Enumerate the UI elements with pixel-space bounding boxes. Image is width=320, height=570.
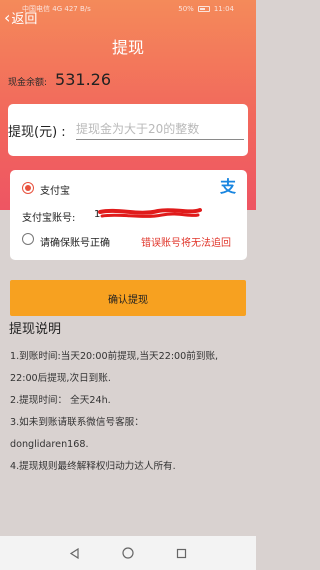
back-label: 返回 [11, 12, 38, 27]
system-nav-bar [0, 536, 256, 570]
explanation-line: donglidaren168. [10, 439, 89, 450]
account-label: 支付宝账号: [22, 213, 76, 224]
amount-label: 提现(元) : [8, 125, 66, 140]
explanation-line: 4.提现规则最终解释权归动力达人所有. [10, 461, 176, 472]
confirm-withdraw-button[interactable]: 确认提现 [10, 280, 246, 316]
confirm-account-label: 请确保账号正确 [40, 238, 110, 249]
alipay-label: 支付宝 [40, 186, 70, 197]
explanation-line: 2.提现时间： 全天24h. [10, 395, 111, 406]
back-button[interactable]: ‹ 返回 [4, 8, 37, 27]
alipay-icon: 支 [219, 177, 236, 196]
explanation-line: 22:00后提现,次日到账. [10, 373, 111, 384]
alipay-radio[interactable] [22, 182, 34, 194]
explanation-line: 3.如未到账请联系微信号客服： [10, 417, 144, 428]
net-speed: 427 B/s [64, 5, 91, 13]
page-title: 提现 [111, 38, 144, 57]
balance-value: 531.26 [55, 70, 112, 89]
home-circle-icon[interactable] [122, 547, 134, 559]
amount-card: 提现(元) : [8, 104, 248, 156]
explanation-line: 1.到账时间:当天20:00前提现,当天22:00前到账, [10, 351, 219, 362]
confirm-account-radio[interactable] [22, 233, 34, 245]
recents-square-icon[interactable] [175, 547, 187, 559]
battery-icon [197, 6, 210, 12]
warning-text: 错误账号将无法追回 [141, 238, 231, 249]
redaction-scribble [98, 208, 202, 218]
clock: 11:04 [213, 5, 234, 13]
battery-percent: 50% [178, 5, 194, 13]
cash-balance: 现金余额: 531.26 [8, 70, 111, 89]
explanation-title: 提现说明 [9, 322, 62, 337]
status-bar: 中国电信 4G 427 B/s 50% 11:04 [0, 0, 256, 18]
chevron-left-icon: ‹ [4, 7, 11, 27]
back-triangle-icon[interactable] [69, 547, 81, 559]
signal: 4G [52, 5, 63, 13]
payment-card: 支付宝 支 支付宝账号: 1 请确保账号正确 错误账号将无法追回 [10, 170, 247, 260]
explanation-body: 1.到账时间:当天20:00前提现,当天22:00前到账, 22:00后提现,次… [10, 346, 250, 478]
status-right: 50% 11:04 [178, 0, 234, 18]
amount-input[interactable] [76, 118, 244, 140]
balance-label: 现金余额: [8, 78, 48, 88]
